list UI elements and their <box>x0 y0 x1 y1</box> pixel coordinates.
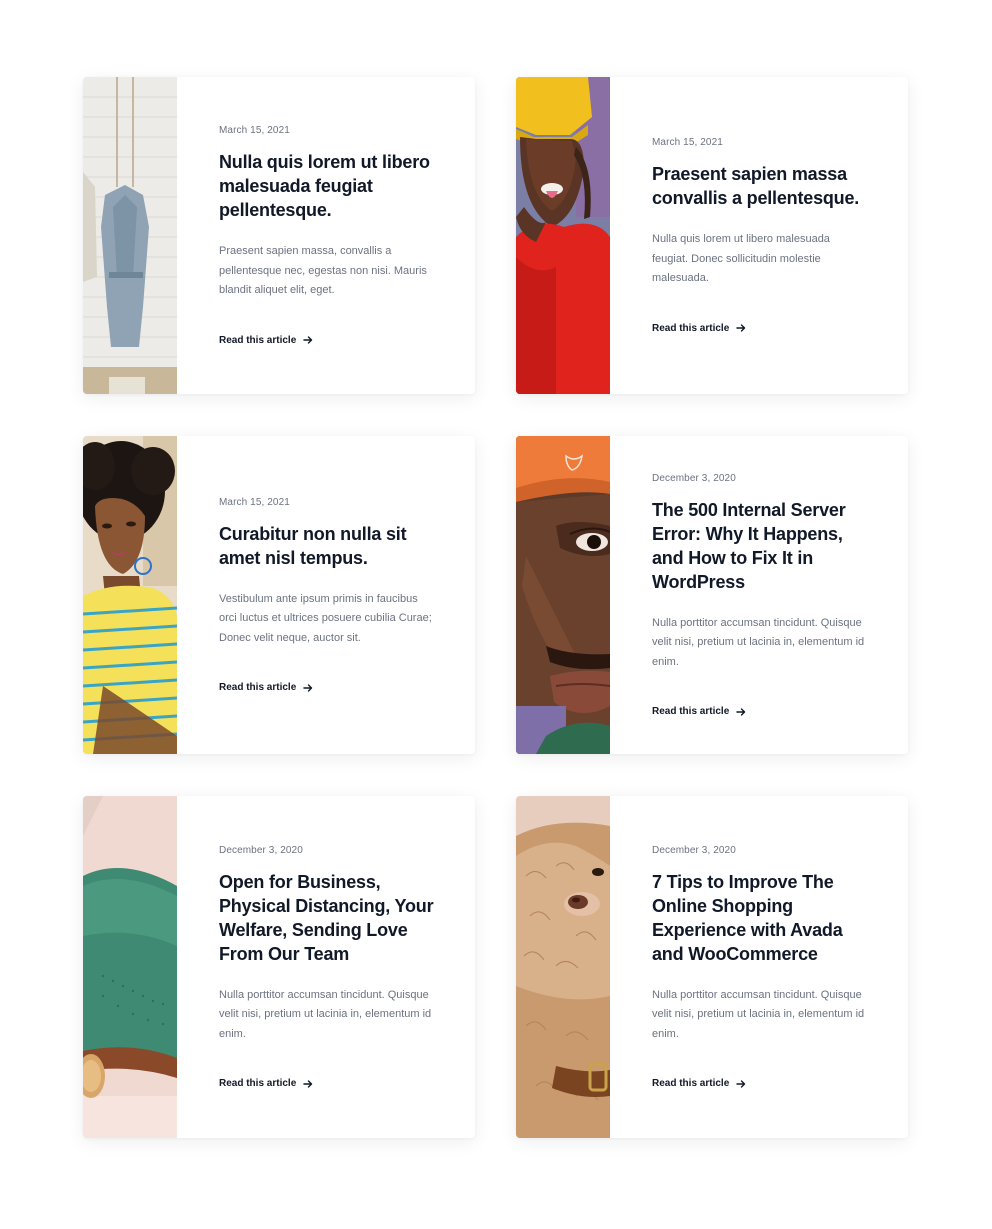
read-article-link[interactable]: Read this article <box>219 1078 435 1089</box>
post-thumbnail[interactable] <box>83 796 177 1138</box>
arrow-right-icon <box>736 707 746 717</box>
post-date: December 3, 2020 <box>219 844 303 856</box>
arrow-right-icon <box>303 335 313 345</box>
post-card[interactable]: March 15, 2021 Praesent sapien massa con… <box>516 77 908 394</box>
dog-image <box>516 796 610 1138</box>
post-excerpt: Nulla porttitor accumsan tincidunt. Quis… <box>219 988 432 1040</box>
post-title[interactable]: Curabitur non nulla sit amet nisl tempus… <box>219 522 435 570</box>
clothing-hanger-image <box>83 77 177 394</box>
read-article-link[interactable]: Read this article <box>652 323 868 334</box>
arrow-right-icon <box>736 323 746 333</box>
read-article-label: Read this article <box>652 1078 730 1090</box>
arrow-right-icon <box>303 1079 313 1089</box>
read-article-link[interactable]: Read this article <box>219 682 435 693</box>
post-title[interactable]: 7 Tips to Improve The Online Shopping Ex… <box>652 870 868 966</box>
post-card[interactable]: December 3, 2020 The 500 Internal Server… <box>516 436 908 754</box>
read-article-label: Read this article <box>652 706 730 718</box>
post-excerpt: Nulla porttitor accumsan tincidunt. Quis… <box>652 616 865 668</box>
post-title[interactable]: Praesent sapien massa convallis a pellen… <box>652 162 868 210</box>
read-article-label: Read this article <box>652 322 730 334</box>
post-date: March 15, 2021 <box>219 125 290 137</box>
post-title[interactable]: The 500 Internal Server Error: Why It Ha… <box>652 498 868 594</box>
post-card[interactable]: December 3, 2020 Open for Business, Phys… <box>83 796 475 1138</box>
post-title[interactable]: Nulla quis lorem ut libero malesuada feu… <box>219 150 435 222</box>
post-thumbnail[interactable] <box>516 436 610 754</box>
arrow-right-icon <box>736 1079 746 1089</box>
post-thumbnail[interactable] <box>516 77 610 394</box>
post-excerpt: Vestibulum ante ipsum primis in faucibus… <box>219 592 432 644</box>
read-article-link[interactable]: Read this article <box>219 335 435 346</box>
read-article-label: Read this article <box>219 334 297 346</box>
post-title[interactable]: Open for Business, Physical Distancing, … <box>219 870 435 966</box>
post-card[interactable]: March 15, 2021 Nulla quis lorem ut liber… <box>83 77 475 394</box>
post-date: December 3, 2020 <box>652 844 736 856</box>
man-orange-cap-image <box>516 436 610 754</box>
post-date: March 15, 2021 <box>652 137 723 149</box>
post-thumbnail[interactable] <box>83 436 177 754</box>
read-article-label: Read this article <box>219 682 297 694</box>
woman-yellow-beanie-image <box>516 77 610 394</box>
arrow-right-icon <box>303 683 313 693</box>
post-card[interactable]: March 15, 2021 Curabitur non nulla sit a… <box>83 436 475 754</box>
read-article-link[interactable]: Read this article <box>652 1078 868 1089</box>
green-shoe-image <box>83 796 177 1138</box>
woman-striped-shirt-image <box>83 436 177 754</box>
post-thumbnail[interactable] <box>83 77 177 394</box>
read-article-link[interactable]: Read this article <box>652 706 868 717</box>
post-date: March 15, 2021 <box>219 496 290 508</box>
post-excerpt: Praesent sapien massa, convallis a pelle… <box>219 245 427 297</box>
post-excerpt: Nulla quis lorem ut libero malesuada feu… <box>652 233 830 285</box>
post-excerpt: Nulla porttitor accumsan tincidunt. Quis… <box>652 988 865 1040</box>
post-thumbnail[interactable] <box>516 796 610 1138</box>
read-article-label: Read this article <box>219 1078 297 1090</box>
post-date: December 3, 2020 <box>652 472 736 484</box>
post-card[interactable]: December 3, 2020 7 Tips to Improve The O… <box>516 796 908 1138</box>
